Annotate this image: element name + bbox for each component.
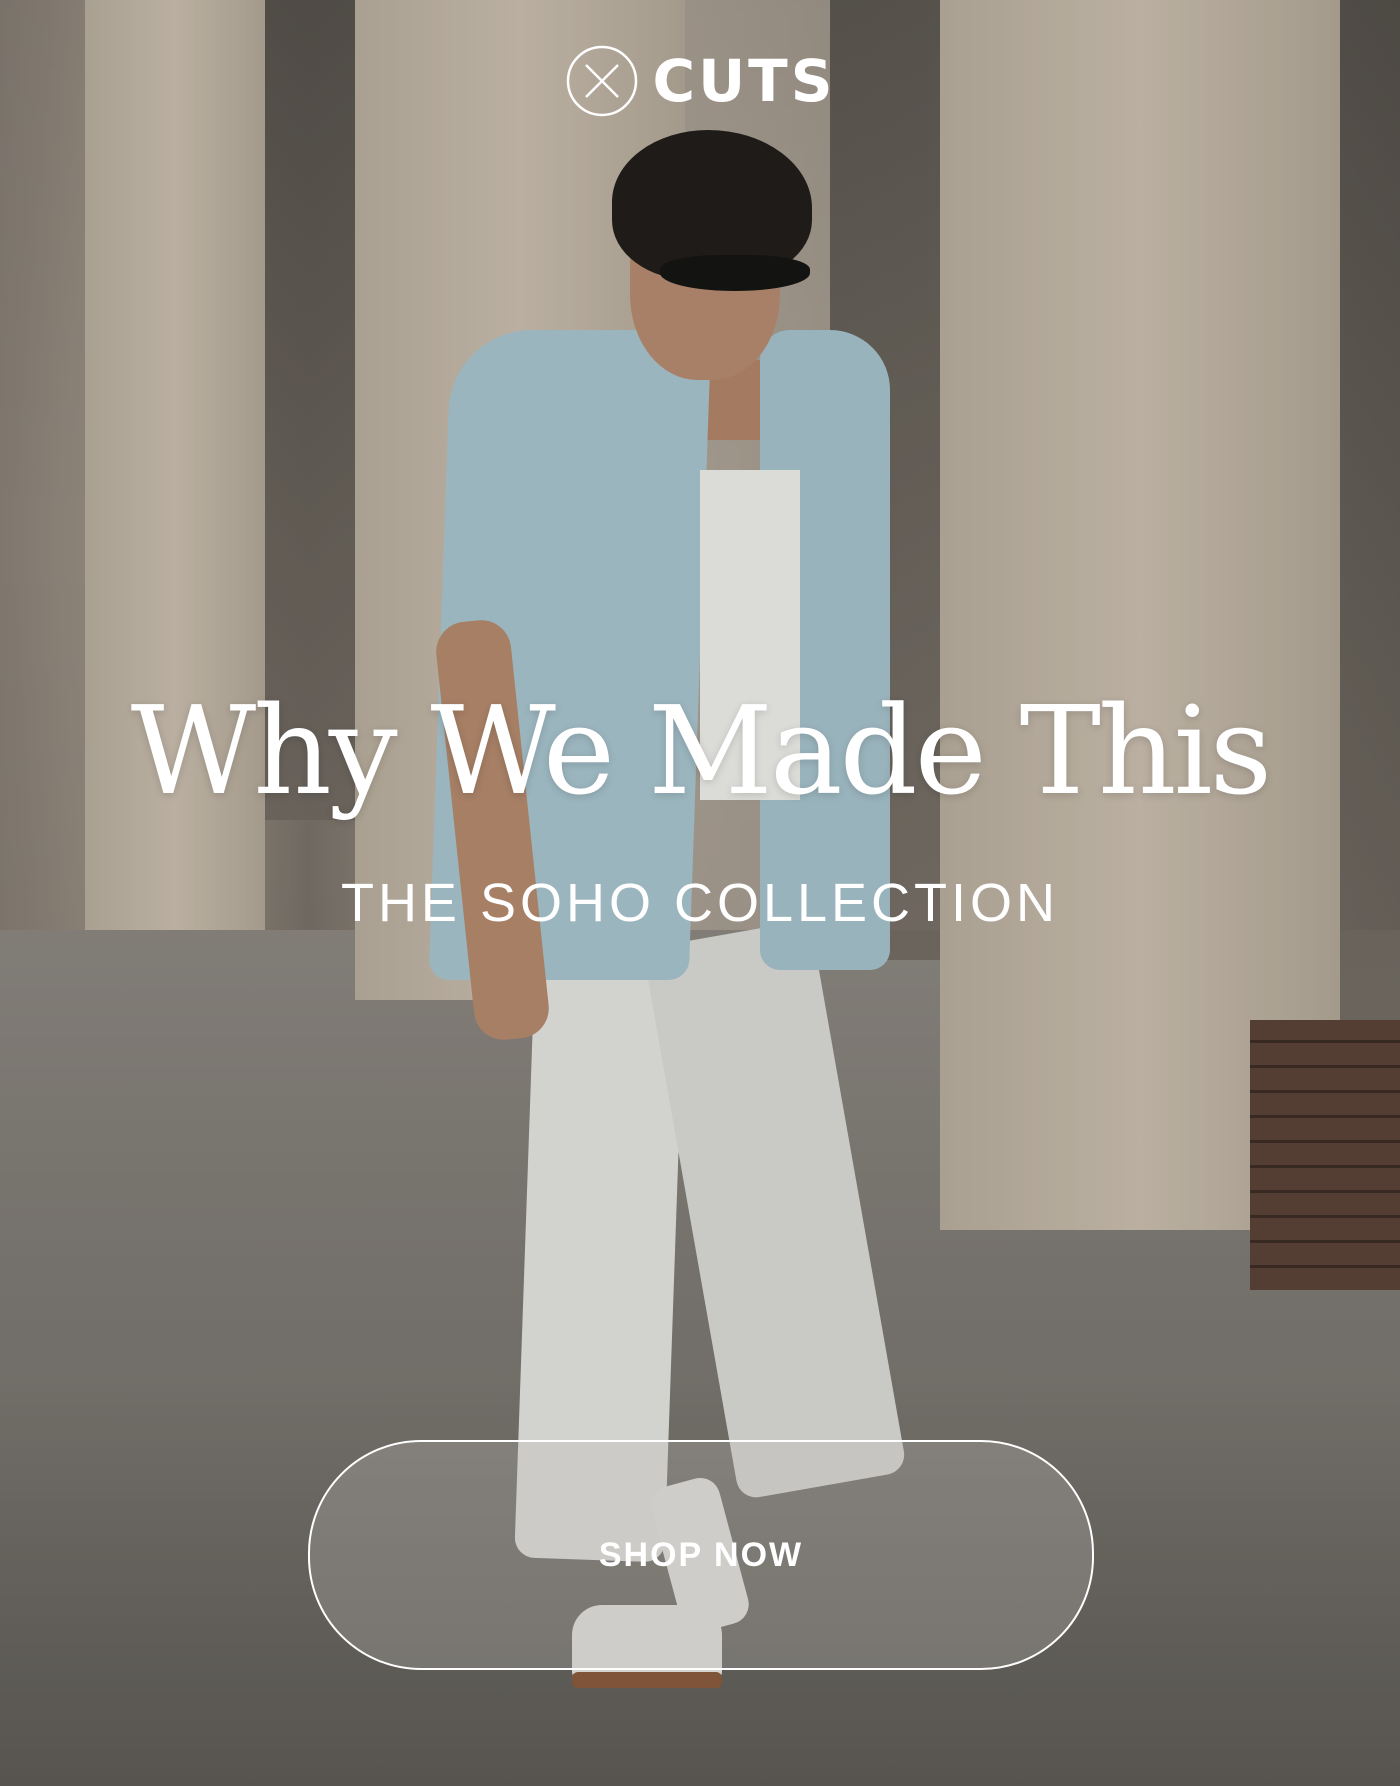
brand-name: CUTS — [652, 47, 836, 115]
hero-headline: Why We Made This — [130, 680, 1272, 822]
hero-banner: CUTS Why We Made This THE SOHO COLLECTIO… — [0, 0, 1400, 1786]
x-circle-logo-icon — [566, 45, 637, 117]
hero-subhead: THE SOHO COLLECTION — [340, 873, 1060, 933]
brand-logo[interactable]: CUTS — [0, 44, 1400, 118]
shop-now-button[interactable]: SHOP NOW — [308, 1440, 1094, 1670]
